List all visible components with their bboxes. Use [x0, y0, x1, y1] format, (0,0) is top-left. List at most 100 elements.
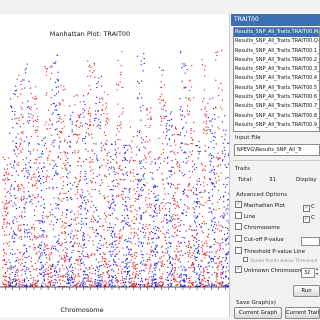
data-point: [6, 221, 8, 223]
results-list[interactable]: Results_SNP_All_Traits.TRAIT00.ManhaResu…: [233, 27, 320, 132]
data-point: [57, 91, 59, 93]
data-point: [177, 166, 179, 168]
data-point: [41, 254, 43, 256]
cutoff-option[interactable]: Cut-off P-value: [235, 235, 284, 245]
data-point: [162, 69, 164, 71]
data-point: [192, 187, 194, 189]
result-item[interactable]: Results_SNP_All_Traits.TRAIT00.8_: [234, 112, 319, 121]
data-point: [183, 152, 185, 154]
data-point: [98, 190, 100, 192]
data-point: [87, 277, 89, 279]
result-item[interactable]: Results_SNP_All_Traits.TRAIT00.Q-Q: [234, 37, 319, 46]
data-point: [126, 171, 128, 173]
chromosome-option[interactable]: Chromosome: [235, 223, 280, 233]
data-point: [56, 174, 58, 176]
data-point: [200, 225, 202, 227]
data-point: [100, 244, 102, 246]
right-checkbox-icon[interactable]: ✓: [303, 216, 310, 223]
data-point: [78, 255, 80, 257]
unknown-chromosome-option[interactable]: ✓ Unknown Chromosome: [235, 266, 307, 276]
data-point: [128, 225, 130, 227]
data-point: [29, 153, 31, 155]
data-point: [197, 157, 199, 159]
data-point: [194, 211, 196, 213]
data-point: [166, 252, 168, 254]
cutoff-value-field[interactable]: [301, 237, 320, 246]
data-point: [160, 281, 162, 283]
data-point: [169, 272, 171, 274]
run-button[interactable]: Run: [293, 285, 320, 297]
data-point: [176, 273, 178, 275]
line-option[interactable]: Line: [235, 212, 255, 222]
checkbox-icon[interactable]: [235, 223, 242, 230]
data-point: [89, 166, 91, 168]
data-point: [49, 259, 51, 261]
data-point: [101, 164, 103, 166]
right-checkbox-icon[interactable]: ✓: [303, 205, 310, 212]
data-point: [101, 109, 103, 111]
checkbox-checked-icon[interactable]: ✓: [235, 201, 242, 208]
data-point: [144, 155, 146, 157]
data-point: [108, 266, 110, 268]
data-point: [113, 270, 115, 272]
data-point: [45, 285, 47, 287]
data-point: [184, 143, 186, 145]
data-point: [85, 212, 87, 214]
checkbox-icon[interactable]: [243, 257, 248, 262]
data-point: [77, 183, 79, 185]
result-item[interactable]: Results_SNP_All_Traits.TRAIT00.1_: [234, 47, 319, 56]
spinner-down-icon[interactable]: ▾: [316, 271, 318, 276]
result-item[interactable]: Results_SNP_All_Traits.TRAIT00.7_: [234, 102, 319, 111]
input-file-field[interactable]: NPEVG\Results_SNP_All_Tr: [234, 144, 320, 156]
result-item[interactable]: Results_SNP_All_Traits.TRAIT00.2_: [234, 56, 319, 65]
data-point: [5, 214, 7, 216]
data-point: [74, 263, 76, 265]
result-item[interactable]: Results_SNP_All_Traits.TRAIT00.5_: [234, 84, 319, 93]
checkbox-icon[interactable]: [235, 212, 242, 219]
data-point: [11, 107, 13, 109]
result-item[interactable]: Results_SNP_All_Traits.TRAIT00.Manha: [234, 28, 319, 38]
data-point: [43, 275, 45, 277]
data-point: [34, 98, 36, 100]
data-point: [185, 65, 187, 67]
data-point: [58, 203, 60, 205]
data-point: [211, 183, 213, 185]
checkbox-checked-icon[interactable]: ✓: [235, 266, 242, 273]
checkbox-icon[interactable]: [235, 235, 242, 242]
data-point: [74, 241, 76, 243]
data-point: [7, 243, 9, 245]
data-point: [196, 225, 198, 227]
data-point: [132, 285, 134, 287]
shade-option[interactable]: Shade Points below Threshold: [243, 257, 317, 266]
current-graph-button[interactable]: Current Graph: [234, 307, 282, 319]
data-point: [152, 172, 154, 174]
data-point: [95, 143, 97, 145]
data-point: [186, 278, 188, 280]
result-item[interactable]: Results_SNP_All_Traits.TRAIT00.4_: [234, 74, 319, 83]
data-point: [198, 264, 200, 266]
data-point: [134, 267, 136, 269]
threshold-option[interactable]: Threshold P-value Line: [235, 247, 305, 257]
data-point: [226, 166, 228, 168]
data-point: [74, 219, 76, 221]
checkbox-icon[interactable]: [235, 247, 242, 254]
data-point: [218, 179, 220, 181]
current-trait-button[interactable]: Current Trait: [285, 307, 320, 319]
data-point: [176, 188, 178, 190]
data-point: [228, 222, 229, 224]
manhattan-plot-option[interactable]: ✓ Manhattan Plot: [235, 201, 285, 211]
data-point: [112, 282, 114, 284]
data-point: [169, 242, 171, 244]
data-point: [78, 258, 80, 260]
data-point: [163, 108, 165, 110]
data-point: [216, 156, 218, 158]
unknown-chromosome-field[interactable]: 32: [301, 268, 315, 278]
data-point: [118, 194, 120, 196]
result-item[interactable]: Results_SNP_All_Traits.TRAIT00.9_: [234, 121, 319, 130]
data-point: [15, 260, 17, 262]
result-item[interactable]: Results_SNP_All_Traits.TRAIT00.3_: [234, 65, 319, 74]
data-point: [69, 118, 71, 120]
data-point: [169, 113, 171, 115]
data-point: [228, 236, 229, 238]
result-item[interactable]: Results_SNP_All_Traits.TRAIT00.6_: [234, 93, 319, 102]
